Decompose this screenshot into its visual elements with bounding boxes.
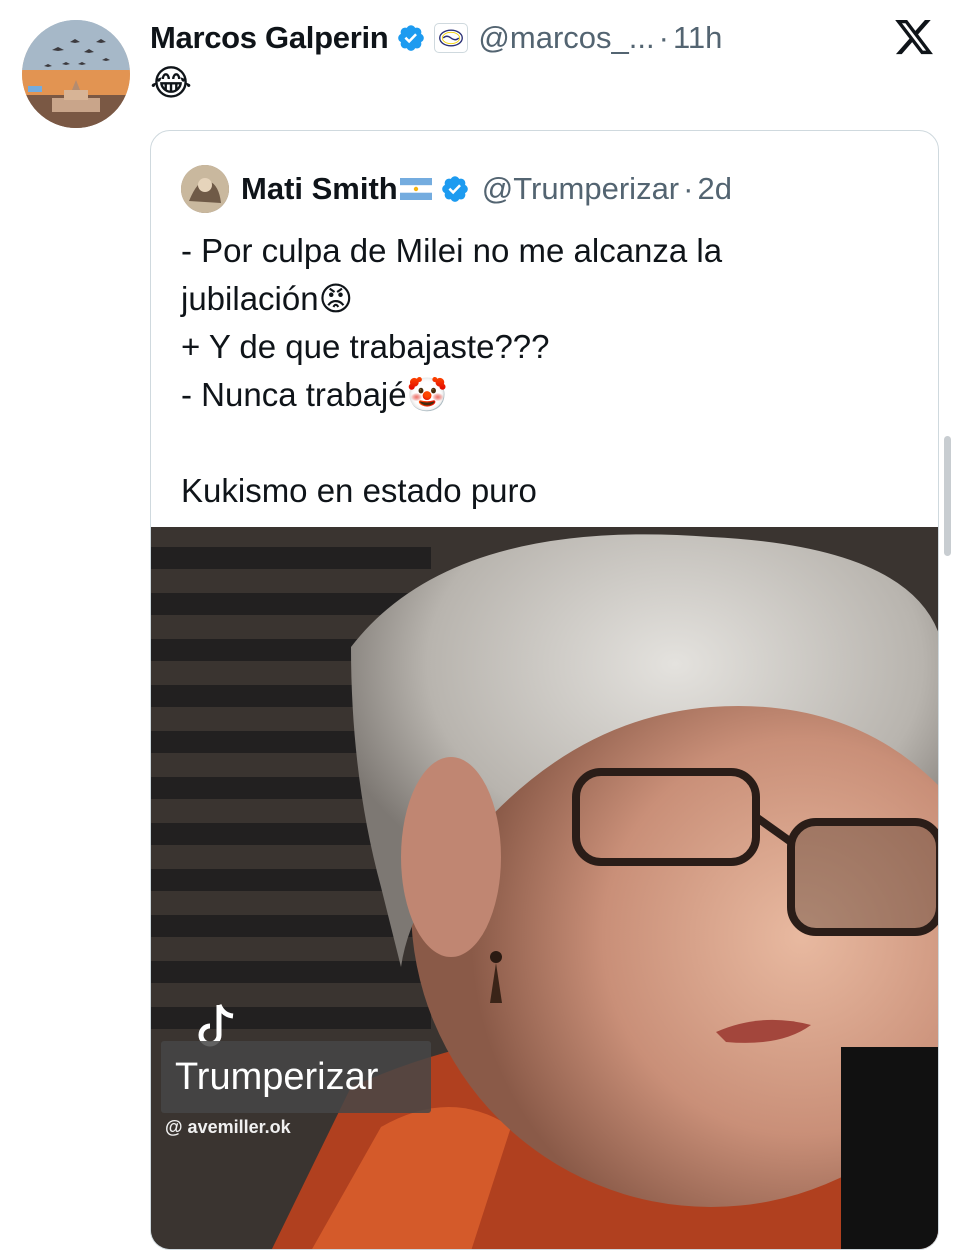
separator-dot: · [658,20,669,55]
video-caption-overlay: Trumperizar [161,1041,431,1113]
author-handle[interactable]: @marcos_... [478,20,654,56]
x-logo-icon[interactable] [893,16,935,58]
scrollbar[interactable] [944,436,951,556]
quoted-tweet-timestamp[interactable]: 2d [697,171,731,207]
author-avatar[interactable] [22,20,130,128]
argentina-flag-icon [399,178,432,200]
quoted-video[interactable]: Trumperizar @ avemiller.ok [151,527,938,1249]
tweet-header: Marcos Galperin @marcos_... · 11h [150,14,722,62]
quoted-author-avatar[interactable] [181,165,229,213]
video-caption-title: Trumperizar [175,1056,379,1098]
quoted-author-name[interactable]: Mati Smith [241,171,398,207]
tweet-timestamp[interactable]: 11h [673,20,722,56]
quoted-tweet-header: Mati Smith @Trumperizar · 2d [181,165,732,213]
quoted-text-line: jubilación😡 [181,280,353,317]
quoted-text-line [181,419,901,467]
quoted-text-line: Kukismo en estado puro [181,472,537,509]
quoted-text-line: - Por culpa de Milei no me alcanza la [181,232,723,269]
quoted-author-handle[interactable]: @Trumperizar [482,171,679,207]
verified-badge-icon [440,174,470,204]
author-name[interactable]: Marcos Galperin [150,20,389,56]
affiliation-badge-icon[interactable] [434,23,469,53]
quoted-tweet-text: - Por culpa de Milei no me alcanza la ju… [181,227,901,515]
verified-badge-icon [396,23,426,53]
avatar-image [22,20,130,128]
quoted-text-line: - Nunca trabajé🤡 [181,376,448,413]
separator-dot: · [683,171,694,206]
tweet-text: 😂 [150,62,193,103]
video-watermark-handle: @ avemiller.ok [165,1117,291,1137]
quoted-tweet-card[interactable]: Mati Smith @Trumperizar · 2d - Por culpa… [150,130,939,1250]
quoted-text-line: + Y de que trabajaste??? [181,328,550,365]
video-frame [151,527,938,1249]
